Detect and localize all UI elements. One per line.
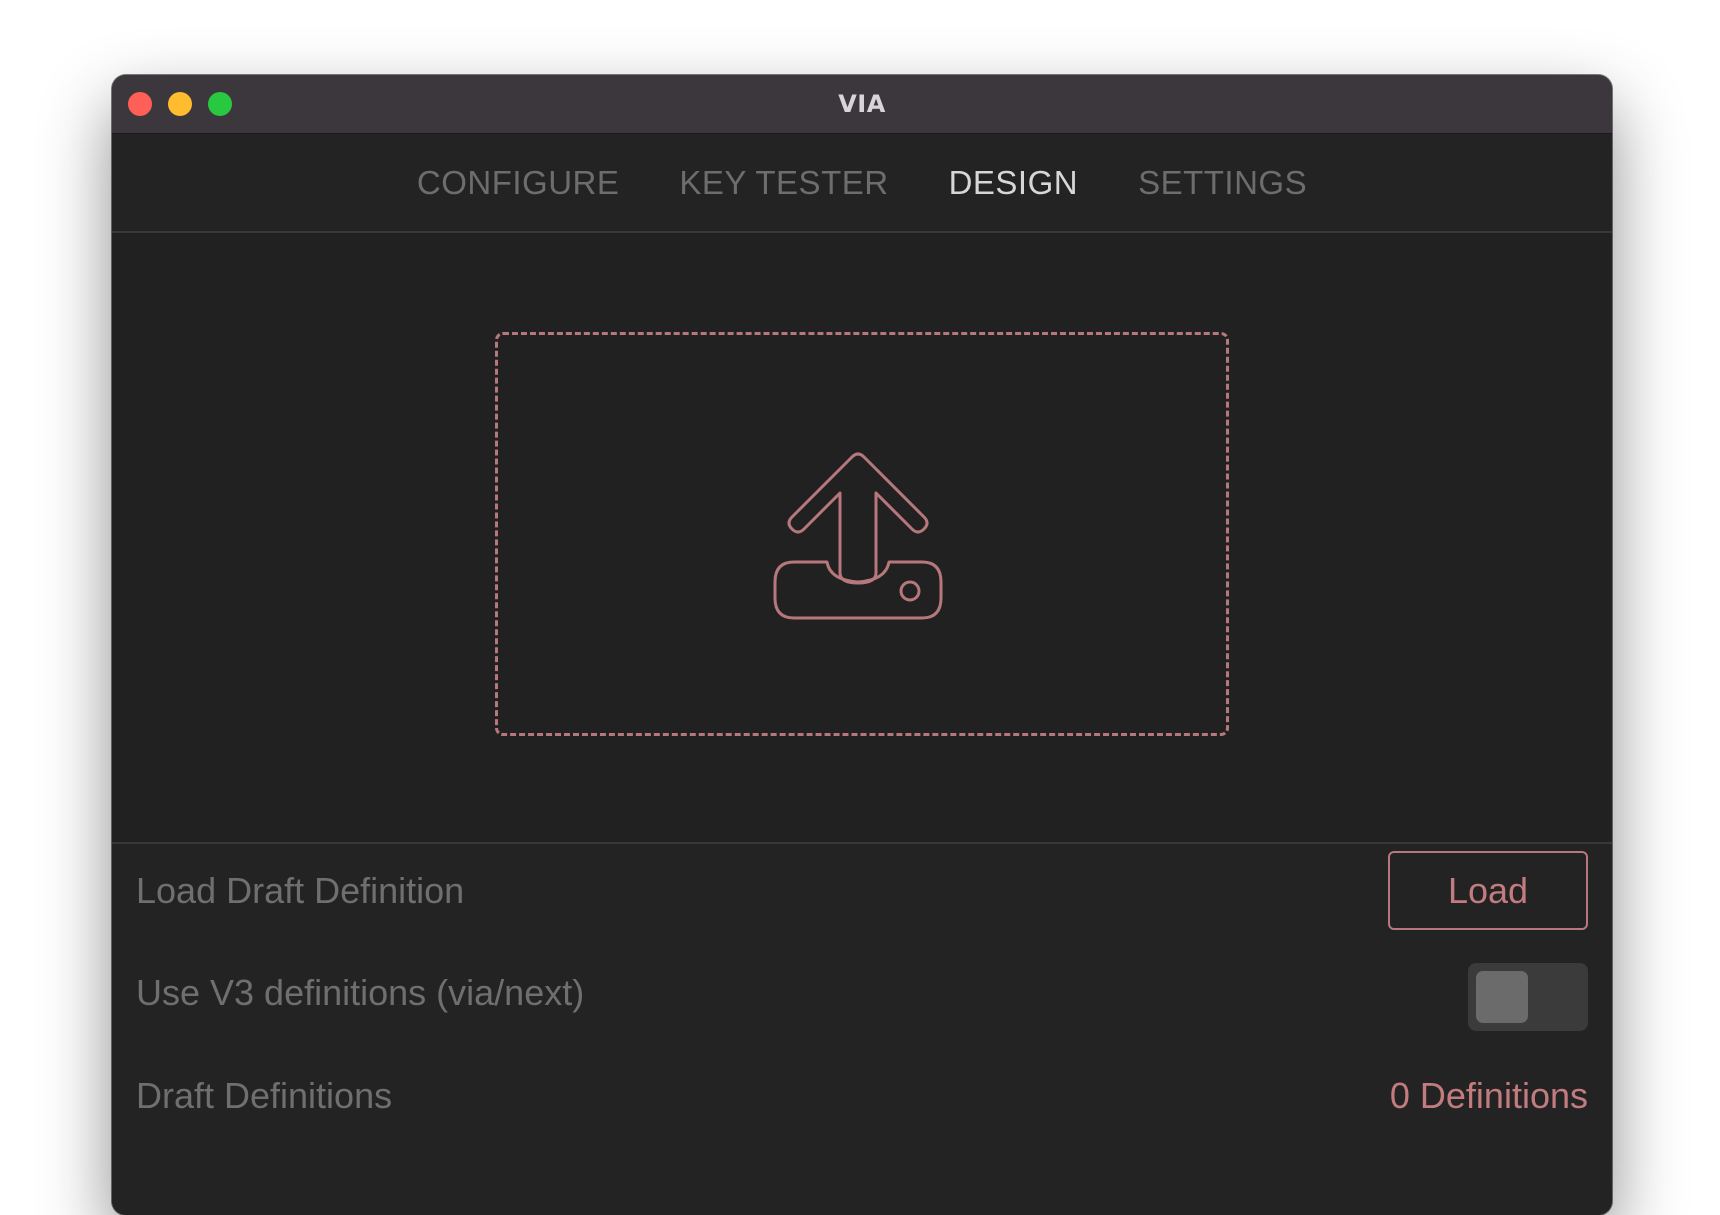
design-settings: Load Draft Definition Load Use V3 defini… xyxy=(112,844,1612,1215)
file-drop-zone[interactable] xyxy=(495,332,1229,736)
draft-definitions-row: Draft Definitions 0 Definitions xyxy=(136,1056,1588,1136)
upload-icon xyxy=(773,452,943,620)
toggle-knob xyxy=(1476,971,1528,1023)
title-bar: VIA xyxy=(112,75,1612,134)
load-draft-row: Load Draft Definition Load xyxy=(136,851,1588,931)
tab-key-tester[interactable]: KEY TESTER xyxy=(679,164,888,202)
use-v3-toggle[interactable] xyxy=(1468,963,1588,1031)
load-button[interactable]: Load xyxy=(1388,851,1588,930)
top-nav: CONFIGURE KEY TESTER DESIGN SETTINGS xyxy=(112,134,1612,233)
use-v3-label: Use V3 definitions (via/next) xyxy=(136,972,585,1013)
tab-bar: CONFIGURE KEY TESTER DESIGN SETTINGS xyxy=(112,134,1612,231)
load-draft-label: Load Draft Definition xyxy=(136,870,465,911)
window-title: VIA xyxy=(838,90,886,118)
tab-design[interactable]: DESIGN xyxy=(949,164,1079,202)
definitions-count: 0 Definitions xyxy=(1389,1075,1588,1116)
use-v3-row: Use V3 definitions (via/next) xyxy=(136,953,1588,1033)
tab-settings[interactable]: SETTINGS xyxy=(1138,164,1307,202)
app-window: VIA CONFIGURE KEY TESTER DESIGN SETTINGS… xyxy=(112,75,1612,1215)
tab-configure[interactable]: CONFIGURE xyxy=(417,164,620,202)
design-panel xyxy=(112,233,1612,844)
draft-definitions-label: Draft Definitions xyxy=(136,1075,393,1116)
